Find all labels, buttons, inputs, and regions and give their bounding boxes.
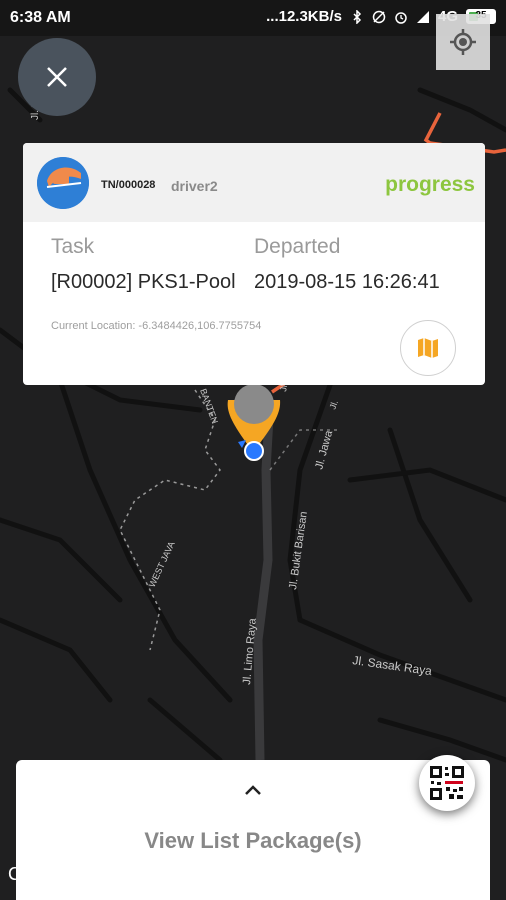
alarm-icon — [395, 11, 407, 24]
network-speed: ...12.3KB/s — [266, 8, 342, 25]
delivery-info-card[interactable]: TN/000028 driver2 progress Task Departed… — [23, 143, 485, 385]
crosshair-icon — [450, 29, 476, 55]
bluetooth-icon — [353, 9, 362, 24]
card-header: TN/000028 driver2 progress — [23, 143, 485, 222]
status-badge: progress — [385, 173, 475, 196]
signal-icon — [416, 10, 429, 23]
current-location-text: Current Location: -6.3484426,106.7755754 — [51, 320, 262, 332]
view-list-packages-label[interactable]: View List Package(s) — [16, 828, 490, 854]
task-value: [R00002] PKS1-Pool — [51, 271, 236, 293]
open-map-button[interactable] — [400, 320, 456, 376]
departed-value: 2019-08-15 16:26:41 — [254, 271, 440, 293]
do-not-disturb-icon — [372, 10, 386, 23]
task-label: Task — [51, 235, 95, 258]
status-time: 6:38 AM — [10, 9, 71, 26]
avatar — [37, 157, 89, 209]
qr-code-icon — [430, 766, 464, 800]
my-location-button[interactable] — [436, 14, 490, 70]
qr-scan-button[interactable] — [419, 755, 475, 811]
departed-label: Departed — [254, 235, 341, 258]
close-icon — [47, 67, 67, 87]
current-location-dot — [244, 441, 264, 461]
close-button[interactable] — [18, 38, 96, 116]
chevron-up-icon[interactable] — [244, 784, 262, 796]
tn-number: TN/000028 — [101, 179, 156, 191]
driver-name: driver2 — [171, 178, 218, 194]
map-icon — [418, 338, 438, 358]
app-screen: Jl. Pd BANTEN Jl. G Jl. Jawa Jl. Bukit B… — [0, 0, 506, 900]
status-bar: 6:38 AM ...12.3KB/s 4G 35 — [0, 0, 506, 36]
